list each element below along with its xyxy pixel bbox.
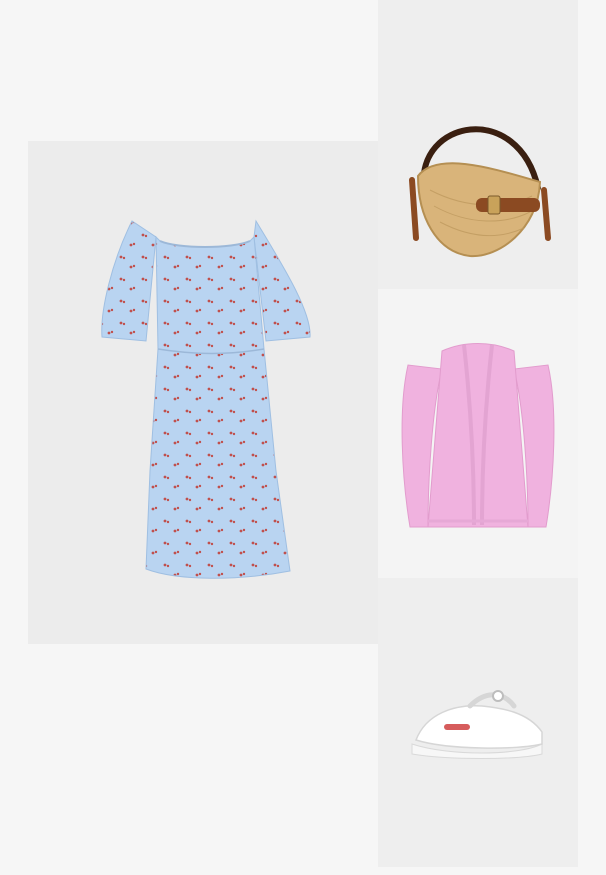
straw-bag-image xyxy=(409,126,551,258)
product-tile-shoe[interactable] xyxy=(378,578,578,867)
sneaker-image xyxy=(411,690,543,759)
product-tile-cardigan[interactable] xyxy=(378,289,578,578)
outfit-board: { "board": { "background_color": "#f6f6f… xyxy=(0,0,606,875)
cardigan-image xyxy=(401,343,555,528)
dress-image xyxy=(101,219,311,579)
product-tile-dress[interactable] xyxy=(28,141,378,644)
product-tile-bag[interactable] xyxy=(378,0,578,289)
